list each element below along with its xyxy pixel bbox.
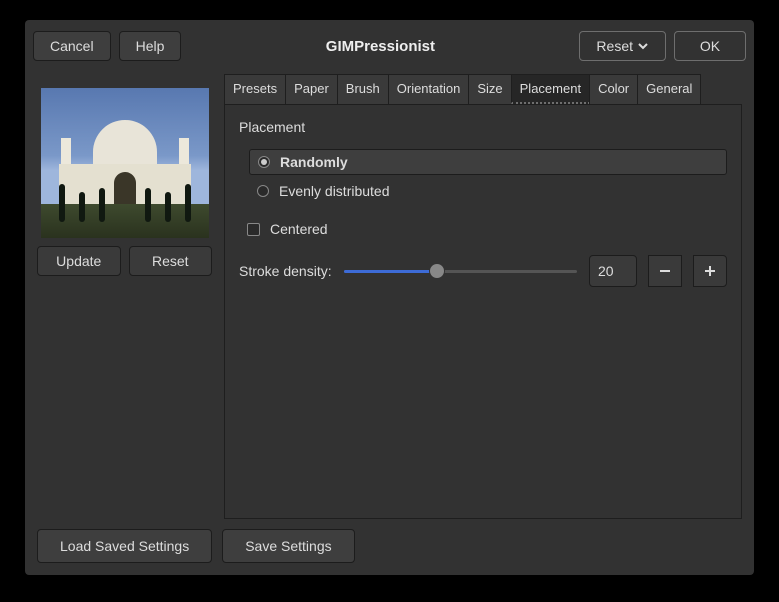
slider-fill — [344, 270, 437, 273]
tab-orientation[interactable]: Orientation — [388, 74, 470, 104]
radio-randomly[interactable]: Randomly — [249, 149, 727, 175]
slider-thumb[interactable] — [429, 263, 445, 279]
preview-reset-button[interactable]: Reset — [129, 246, 213, 276]
radio-dot-icon — [258, 156, 270, 168]
stroke-density-row: Stroke density: 20 — [239, 255, 727, 287]
footer: Load Saved Settings Save Settings — [33, 529, 746, 567]
checkbox-icon — [247, 223, 260, 236]
density-decrement-button[interactable] — [648, 255, 682, 287]
tab-general[interactable]: General — [637, 74, 701, 104]
dialog-title: GIMPressionist — [189, 38, 571, 55]
checkbox-centered-label: Centered — [270, 221, 328, 237]
save-settings-button[interactable]: Save Settings — [222, 529, 354, 563]
tab-placement[interactable]: Placement — [511, 74, 590, 104]
preview-buttons: Update Reset — [37, 246, 212, 276]
tab-color[interactable]: Color — [589, 74, 638, 104]
radio-evenly-label: Evenly distributed — [279, 183, 390, 199]
radio-dot-icon — [257, 185, 269, 197]
preview-image — [41, 88, 209, 238]
tab-panel-placement: Placement Randomly Evenly distributed Ce… — [224, 104, 742, 519]
right-pane: Presets Paper Brush Orientation Size Pla… — [224, 74, 742, 519]
reset-label: Reset — [596, 38, 633, 54]
radio-evenly[interactable]: Evenly distributed — [249, 179, 727, 203]
plus-icon — [703, 264, 717, 278]
dialog-window: Cancel Help GIMPressionist Reset OK — [25, 20, 754, 575]
placement-section-title: Placement — [239, 119, 727, 135]
density-increment-button[interactable] — [693, 255, 727, 287]
tab-presets[interactable]: Presets — [224, 74, 286, 104]
stroke-density-value[interactable]: 20 — [589, 255, 637, 287]
checkbox-centered[interactable]: Centered — [239, 217, 727, 241]
chevron-down-icon — [637, 40, 649, 52]
placement-radio-group: Randomly Evenly distributed — [249, 149, 727, 203]
stroke-density-label: Stroke density: — [239, 263, 332, 279]
load-settings-button[interactable]: Load Saved Settings — [37, 529, 212, 563]
reset-dropdown-button[interactable]: Reset — [579, 31, 666, 61]
cancel-button[interactable]: Cancel — [33, 31, 111, 61]
radio-randomly-label: Randomly — [280, 154, 348, 170]
tab-size[interactable]: Size — [468, 74, 511, 104]
help-button[interactable]: Help — [119, 31, 182, 61]
preview-update-button[interactable]: Update — [37, 246, 121, 276]
tab-bar: Presets Paper Brush Orientation Size Pla… — [224, 74, 742, 104]
content-area: Update Reset Presets Paper Brush Orienta… — [33, 74, 746, 519]
tab-brush[interactable]: Brush — [337, 74, 389, 104]
titlebar: Cancel Help GIMPressionist Reset OK — [33, 28, 746, 64]
stroke-density-slider[interactable] — [344, 261, 577, 281]
minus-icon — [658, 264, 672, 278]
left-pane: Update Reset — [37, 74, 212, 519]
tab-paper[interactable]: Paper — [285, 74, 338, 104]
ok-button[interactable]: OK — [674, 31, 746, 61]
